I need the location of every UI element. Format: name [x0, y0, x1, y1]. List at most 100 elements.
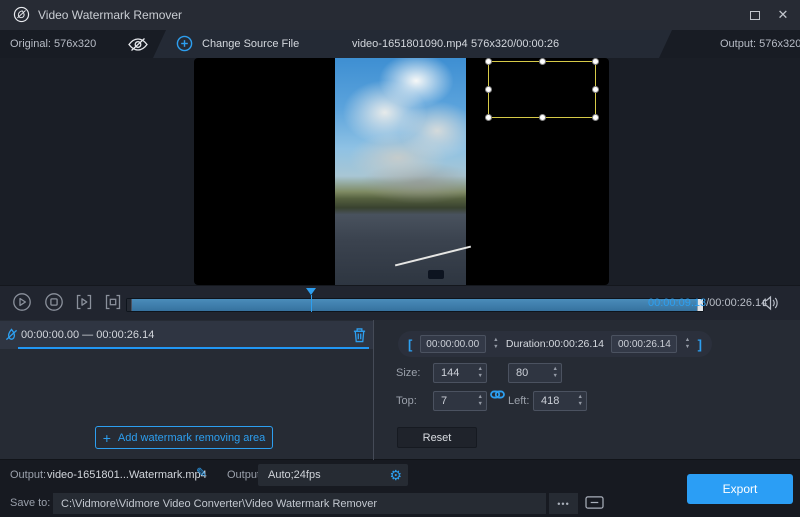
stop-button[interactable]	[44, 292, 64, 312]
spin-down-icon[interactable]: ▼	[493, 345, 498, 350]
time-range-strip: [ 00:00:00.00 ▲ ▼ Duration:00:00:26.14 0…	[398, 331, 712, 357]
end-time-field[interactable]: 00:00:26.14	[611, 335, 677, 353]
total-time: /00:00:26.14	[706, 297, 767, 309]
browse-more-button[interactable]: •••	[549, 493, 578, 514]
spin-up-icon[interactable]: ▲	[578, 395, 583, 400]
time-readout: 00:00:09.13/00:00:26.14	[648, 297, 767, 309]
close-button[interactable]: ✕	[770, 0, 796, 30]
start-time-stepper[interactable]: ▲ ▼	[493, 338, 498, 350]
change-source-file-button[interactable]: Change Source File	[202, 38, 299, 50]
window-title: Video Watermark Remover	[38, 8, 182, 22]
boat-rail	[395, 246, 471, 267]
output-file-label: Output:	[10, 469, 46, 481]
open-folder-icon[interactable]	[584, 494, 605, 516]
save-to-label: Save to:	[10, 497, 50, 509]
left-value[interactable]: 418	[534, 395, 578, 407]
selection-handle[interactable]	[592, 58, 599, 65]
play-button[interactable]	[12, 292, 32, 312]
boat-motor	[428, 270, 444, 279]
workspace: 00:00:00.00 — 00:00:26.14 + Add watermar…	[0, 320, 800, 460]
selection-handle[interactable]	[539, 114, 546, 121]
spin-up-icon[interactable]: ▲	[478, 395, 483, 400]
output-resolution-label: Output: 576x320	[720, 38, 800, 50]
left-label: Left:	[508, 395, 529, 407]
save-path-value: C:\Vidmore\Vidmore Video Converter\Video…	[53, 498, 377, 510]
spin-down-icon[interactable]: ▼	[478, 374, 483, 379]
spin-up-icon[interactable]: ▲	[553, 367, 558, 372]
size-width-field[interactable]: 144 ▲ ▼	[433, 363, 487, 383]
app-window: Video Watermark Remover ✕ Original: 576x…	[0, 0, 800, 517]
size-width-stepper[interactable]: ▲ ▼	[478, 367, 486, 379]
end-time-stepper[interactable]: ▲ ▼	[685, 338, 690, 350]
maximize-button[interactable]	[742, 0, 768, 30]
duration-label: Duration:00:00:26.14	[506, 338, 604, 350]
selected-row-underline	[18, 347, 369, 349]
selection-handle[interactable]	[539, 58, 546, 65]
delete-watermark-icon[interactable]	[352, 327, 367, 348]
watermark-time-range: 00:00:00.00 — 00:00:26.14	[21, 329, 154, 341]
selection-handle[interactable]	[485, 58, 492, 65]
top-label: Top:	[396, 395, 417, 407]
top-value[interactable]: 7	[434, 395, 478, 407]
titlebar: Video Watermark Remover ✕	[0, 0, 800, 30]
source-filename-label: video-1651801090.mp4	[352, 38, 468, 50]
selection-handle[interactable]	[592, 86, 599, 93]
left-field[interactable]: 418 ▲ ▼	[533, 391, 587, 411]
top-stepper[interactable]: ▲ ▼	[478, 395, 486, 407]
save-path-field[interactable]: C:\Vidmore\Vidmore Video Converter\Video…	[53, 493, 546, 514]
format-settings-gear-icon[interactable]: ⚙	[389, 468, 408, 482]
bottom-bar: Output: video-1651801...Watermark.mp4 ✎ …	[0, 460, 800, 517]
export-button[interactable]: Export	[687, 474, 793, 504]
video-frame	[194, 58, 609, 285]
output-format-select[interactable]: Auto;24fps ⚙	[258, 464, 408, 486]
spin-down-icon[interactable]: ▼	[578, 402, 583, 407]
spin-up-icon[interactable]: ▲	[478, 367, 483, 372]
original-resolution-label: Original: 576x320	[10, 38, 96, 50]
toolbar: Original: 576x320 Change Source File vid…	[0, 30, 800, 58]
size-height-field[interactable]: 80 ▲ ▼	[508, 363, 562, 383]
video-preview	[335, 58, 466, 285]
size-height-stepper[interactable]: ▲ ▼	[553, 367, 561, 379]
spin-down-icon[interactable]: ▼	[553, 374, 558, 379]
playhead[interactable]	[306, 288, 316, 295]
preview-toggle-eye-icon[interactable]	[127, 37, 149, 57]
volume-icon[interactable]	[762, 295, 781, 316]
range-start-bracket: [	[408, 337, 412, 352]
spin-down-icon[interactable]: ▼	[685, 345, 690, 350]
preview-area	[0, 58, 800, 285]
source-dimensions-label: 576x320/00:00:26	[471, 38, 559, 50]
top-field[interactable]: 7 ▲ ▼	[433, 391, 487, 411]
timeline-slider[interactable]	[126, 298, 704, 312]
spin-down-icon[interactable]: ▼	[478, 402, 483, 407]
play-segment-button[interactable]	[74, 292, 94, 312]
trim-start-handle[interactable]	[127, 299, 132, 311]
watermark-remover-icon	[5, 328, 18, 347]
range-end-bracket: ]	[698, 337, 702, 352]
add-source-plus-icon[interactable]	[176, 35, 193, 52]
spin-up-icon[interactable]: ▲	[685, 338, 690, 343]
spin-up-icon[interactable]: ▲	[493, 338, 498, 343]
left-stepper[interactable]: ▲ ▼	[578, 395, 586, 407]
watermark-area-row[interactable]: 00:00:00.00 — 00:00:26.14	[0, 321, 373, 349]
selection-handle[interactable]	[485, 114, 492, 121]
current-time: 00:00:09.13	[648, 297, 706, 309]
start-time-field[interactable]: 00:00:00.00	[420, 335, 486, 353]
plus-icon: +	[103, 431, 111, 445]
app-logo-icon	[13, 6, 30, 23]
rename-pencil-icon[interactable]: ✎	[196, 465, 207, 481]
reset-button[interactable]: Reset	[397, 427, 477, 448]
size-label: Size:	[396, 367, 420, 379]
panel-divider	[373, 320, 374, 460]
selection-handle[interactable]	[592, 114, 599, 121]
output-filename: video-1651801...Watermark.mp4	[47, 469, 207, 481]
stop-segment-button[interactable]	[103, 292, 123, 312]
aspect-link-icon[interactable]	[490, 387, 505, 405]
watermark-selection-box[interactable]	[488, 61, 596, 118]
size-width-value[interactable]: 144	[434, 367, 478, 379]
selection-handle[interactable]	[485, 86, 492, 93]
add-watermark-area-button[interactable]: + Add watermark removing area	[95, 426, 273, 449]
transport-bar: 00:00:09.13/00:00:26.14	[0, 285, 800, 320]
output-format-value: Auto;24fps	[258, 469, 389, 481]
playhead-line	[311, 295, 312, 312]
size-height-value[interactable]: 80	[509, 367, 553, 379]
